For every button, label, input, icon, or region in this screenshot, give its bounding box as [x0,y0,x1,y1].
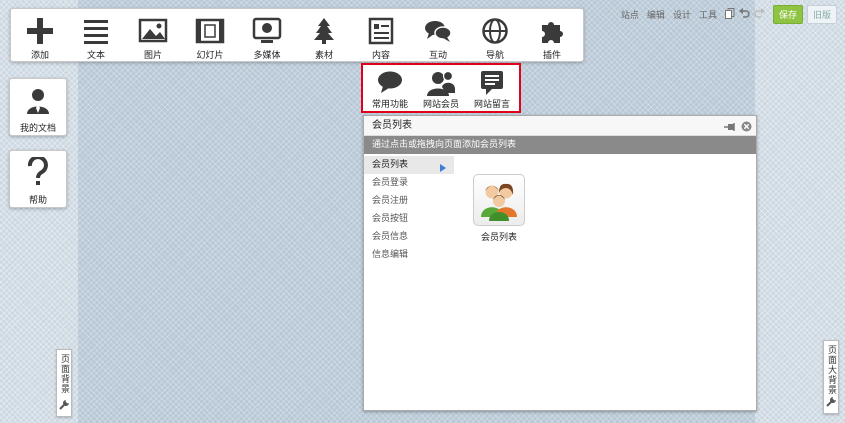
toolbar-content-label: 内容 [371,51,390,61]
toolbar-multimedia-label: 多媒体 [253,51,281,61]
message-board-icon [481,71,503,95]
menu-item-info-edit[interactable]: 信息编辑 [364,246,454,264]
top-right-menu: 站点 编辑 设计 工具 保存 旧版 [621,5,837,24]
page-background-tab[interactable]: 页面背景 [56,349,72,417]
puzzle-icon [542,22,563,43]
save-button[interactable]: 保存 [772,5,803,24]
my-documents-label: 我的文档 [19,124,56,134]
page-big-background-tab[interactable]: 页面大背景 [823,340,839,414]
film-strip-icon [195,18,225,44]
my-documents-button[interactable]: 我的文档 [9,78,67,136]
old-version-button[interactable]: 旧版 [806,5,837,24]
undo-icon[interactable] [738,8,750,21]
panel-menu: 会员列表 会员登录 会员注册 会员按钮 会员信息 信息编辑 [364,156,454,264]
panel-header: 会员列表 [364,116,756,136]
toolbar-image[interactable]: 图片 [124,9,182,63]
main-toolbar: 添加 文本 图片 幻灯片 多媒体 素材 内容 互动 导航 插件 [10,8,584,62]
toolbar-navigation-label: 导航 [485,51,504,61]
subtool-common-functions-label: 常用功能 [371,100,408,110]
member-subtoolbar: 常用功能 网站会员 网站留言 [361,63,521,113]
subtool-site-members-label: 网站会员 [422,100,459,110]
member-list-widget[interactable]: 会员列表 [469,174,529,243]
toolbar-interaction[interactable]: 互动 [409,9,467,63]
pin-icon[interactable] [724,120,736,140]
multimedia-icon [252,17,282,43]
toolbar-plugins[interactable]: 插件 [523,9,581,63]
help-label: 帮助 [28,196,47,206]
menu-design[interactable]: 设计 [673,8,691,21]
toolbar-navigation[interactable]: 导航 [466,9,524,63]
speech-bubble-icon [378,71,402,93]
document-icon [368,17,394,45]
redo-icon[interactable] [754,8,765,21]
toolbar-text[interactable]: 文本 [67,9,125,63]
widget-tile [473,174,525,226]
subtool-guestbook-label: 网站留言 [473,100,510,110]
menu-item-member-list[interactable]: 会员列表 [364,156,454,174]
page-big-background-label: 页面大背景 [826,345,836,395]
subtool-guestbook[interactable]: 网站留言 [467,65,517,111]
users-group-icon [481,183,517,221]
panel-hint: 通过点击或拖拽向页面添加会员列表 [364,136,756,154]
members-icon [427,70,455,96]
menu-tools[interactable]: 工具 [699,8,717,21]
wrench-icon [826,396,837,410]
toolbar-plugins-label: 插件 [542,51,561,61]
member-list-panel: 会员列表 通过点击或拖拽向页面添加会员列表 会员列表 会员登录 会员注册 会员按… [363,115,757,411]
menu-item-label: 会员列表 [372,160,409,170]
close-icon[interactable] [741,120,752,140]
menu-site[interactable]: 站点 [621,8,639,21]
text-lines-icon [84,20,108,44]
subtool-common-functions[interactable]: 常用功能 [365,65,415,111]
wrench-icon [59,399,70,413]
toolbar-content[interactable]: 内容 [352,9,410,63]
menu-item-member-button[interactable]: 会员按钮 [364,210,454,228]
toolbar-image-label: 图片 [143,51,162,61]
globe-icon [482,18,508,44]
widget-label: 会员列表 [480,233,517,243]
toolbar-assets-label: 素材 [314,51,333,61]
toolbar-add-label: 添加 [30,51,49,61]
user-icon [27,89,49,114]
toolbar-text-label: 文本 [86,51,105,61]
question-mark-icon [27,157,48,185]
panel-title: 会员列表 [372,120,412,131]
page-background-label: 页面背景 [59,354,69,394]
help-button[interactable]: 帮助 [9,150,67,208]
menu-edit[interactable]: 编辑 [647,8,665,21]
toolbar-assets[interactable]: 素材 [295,9,353,63]
image-icon [138,18,168,43]
chat-bubbles-icon [425,21,452,42]
plus-icon [27,18,53,44]
toolbar-slideshow[interactable]: 幻灯片 [181,9,239,63]
subtool-site-members[interactable]: 网站会员 [416,65,466,111]
menu-item-member-info[interactable]: 会员信息 [364,228,454,246]
menu-item-member-login[interactable]: 会员登录 [364,174,454,192]
copy-icon[interactable] [724,7,735,22]
tree-icon [314,18,334,44]
toolbar-add[interactable]: 添加 [11,9,69,63]
toolbar-multimedia[interactable]: 多媒体 [238,9,296,63]
toolbar-slideshow-label: 幻灯片 [196,51,224,61]
toolbar-interaction-label: 互动 [428,51,447,61]
menu-item-member-register[interactable]: 会员注册 [364,192,454,210]
